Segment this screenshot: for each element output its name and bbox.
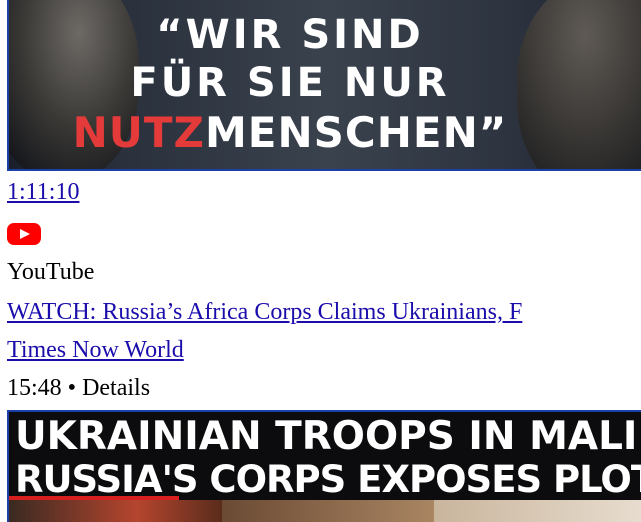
search-results-page: “WIR SIND FÜR SIE NUR NUTZMENSCHEN” 1:11…	[0, 0, 641, 522]
thumbnail-image-1	[9, 500, 222, 522]
thumbnail-headline-line1: UKRAINIAN TROOPS IN MALI	[15, 414, 638, 459]
thumbnail-text-line3: NUTZMENSCHEN”	[9, 108, 609, 157]
video-duration-link[interactable]: 1:11:10	[7, 179, 79, 205]
video-channel-link[interactable]: Times Now World	[7, 337, 184, 363]
thumbnail-text-line1: “WIR SIND	[156, 12, 424, 58]
video-thumbnail[interactable]: “WIR SIND FÜR SIE NUR NUTZMENSCHEN”	[7, 0, 641, 171]
youtube-icon	[7, 223, 41, 245]
thumbnail-text-highlight: NUTZ	[72, 108, 206, 157]
video-thumbnail[interactable]: UKRAINIAN TROOPS IN MALI RUSSIA'S CORPS …	[7, 410, 641, 522]
thumbnail-image-3	[434, 500, 641, 522]
thumbnail-image-strip	[9, 500, 641, 522]
video-duration[interactable]: 1:11:10	[7, 177, 79, 207]
thumbnail-image-2	[221, 500, 435, 522]
thumbnail-text-line2: FÜR SIE NUR	[130, 60, 450, 106]
video-title[interactable]: WATCH: Russia’s Africa Corps Claims Ukra…	[7, 297, 522, 327]
video-title-link[interactable]: WATCH: Russia’s Africa Corps Claims Ukra…	[7, 299, 522, 325]
thumbnail-headline-line2: RUSSIA'S CORPS EXPOSES PLOT	[15, 458, 641, 501]
video-meta: 15:48 • Details	[7, 375, 151, 401]
thumbnail-text-rest: MENSCHEN”	[205, 108, 508, 157]
video-channel[interactable]: Times Now World	[7, 335, 184, 365]
video-source: YouTube	[7, 259, 95, 285]
